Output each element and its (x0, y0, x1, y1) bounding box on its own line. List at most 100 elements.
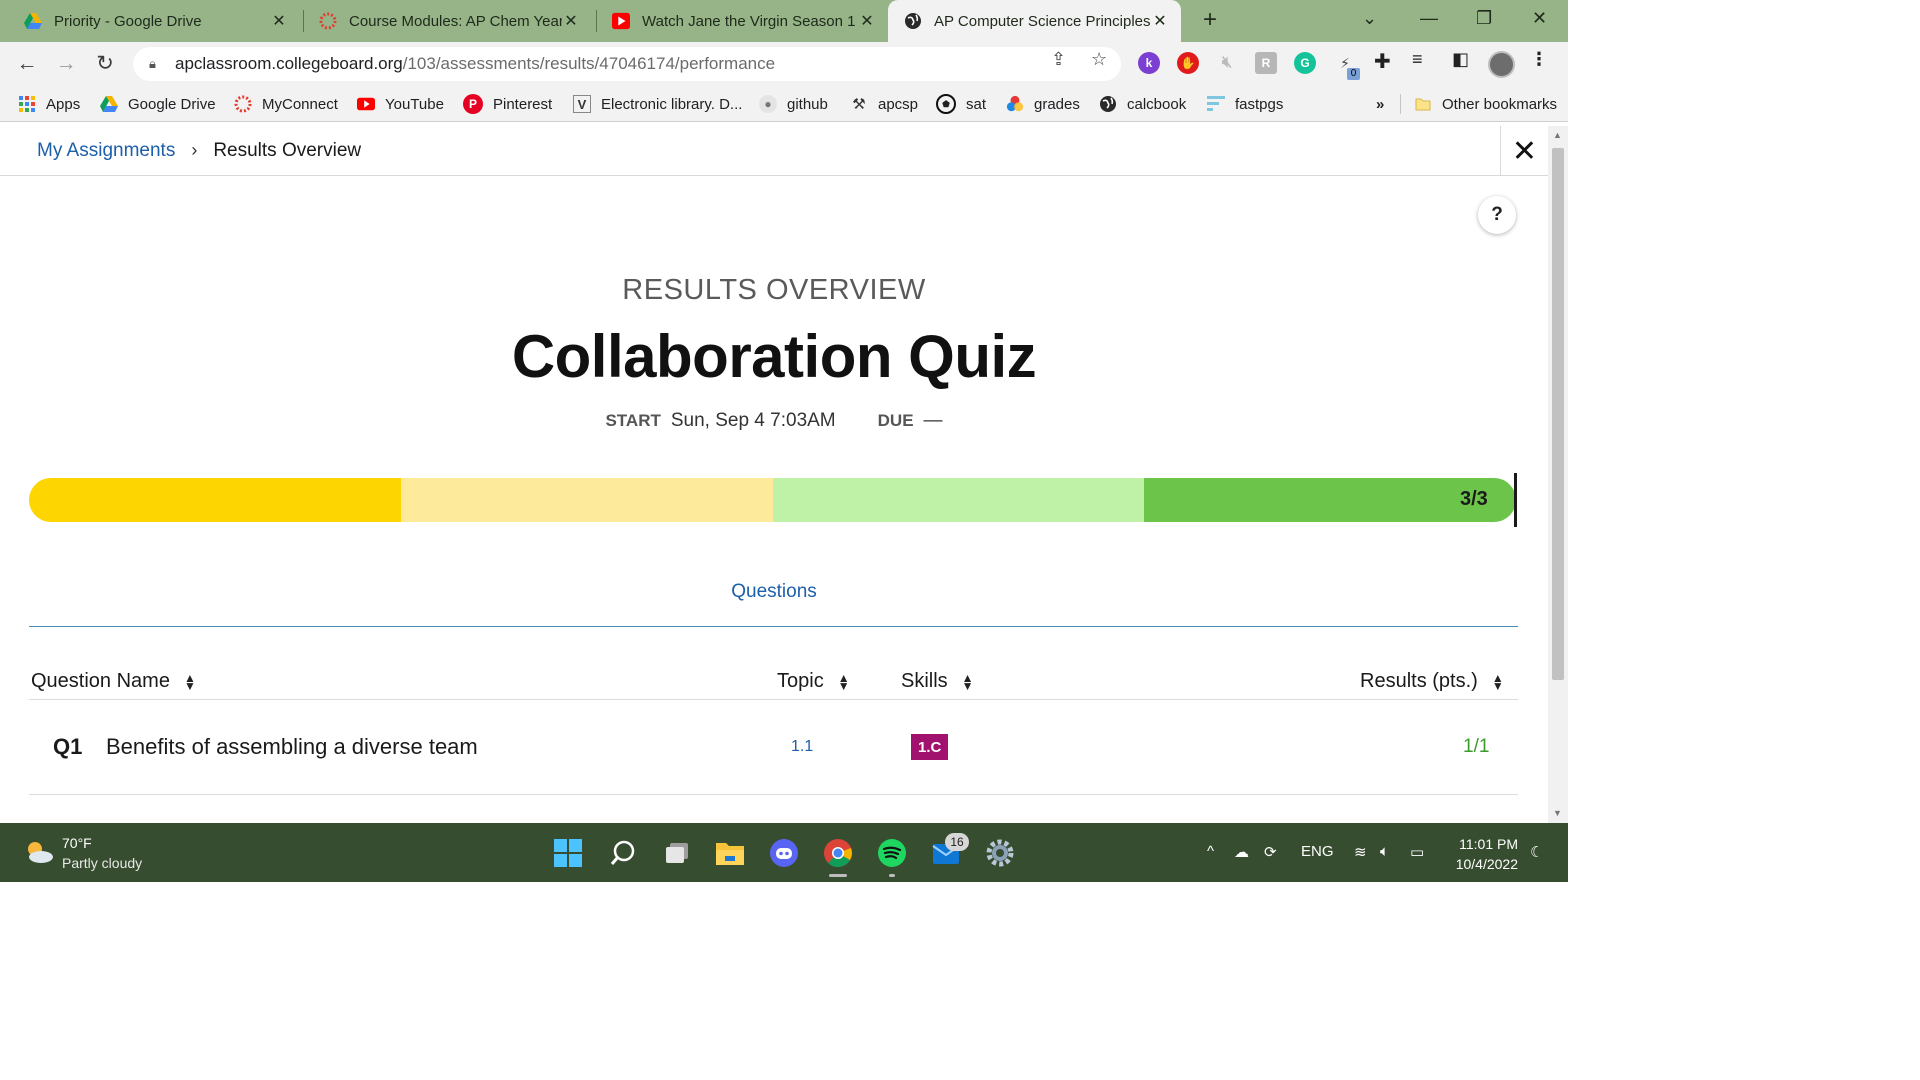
tab-title: Course Modules: AP Chem Yearlo (349, 12, 562, 30)
partly-cloudy-icon[interactable] (24, 839, 54, 865)
bookmarks-overflow-button[interactable]: » (1376, 93, 1384, 115)
search-icon[interactable] (607, 837, 639, 869)
mute-extension-icon[interactable]: 🔇︎ (1216, 52, 1238, 74)
scrollbar-thumb[interactable] (1552, 148, 1564, 680)
page-title: Collaboration Quiz (511, 323, 1037, 390)
battery-icon[interactable]: ▭ (1410, 843, 1424, 861)
url-host: apclassroom.collegeboard.org (175, 54, 403, 73)
tab-search-icon[interactable]: ⌄ (1362, 8, 1377, 29)
question-name-link[interactable]: Benefits of assembling a diverse team (106, 734, 478, 760)
breadcrumb-my-assignments-link[interactable]: My Assignments (37, 140, 175, 162)
kami-extension-icon[interactable]: k (1138, 52, 1160, 74)
tab-questions[interactable]: Questions (0, 581, 1548, 603)
column-question-name[interactable]: Question Name ▲ ▼ (31, 670, 196, 693)
close-icon[interactable]: ✕ (1500, 126, 1548, 176)
restore-icon[interactable]: ❐ (1476, 8, 1492, 29)
weather-description[interactable]: Partly cloudy (62, 855, 142, 871)
close-tab-icon[interactable]: ✕ (1151, 11, 1169, 31)
wifi-icon[interactable]: ≋ (1354, 843, 1367, 861)
more-menu-icon[interactable]: ⋮ (1530, 49, 1548, 70)
close-tab-icon[interactable]: ✕ (270, 11, 288, 31)
onedrive-cloud-icon[interactable]: ☁ (1234, 843, 1249, 861)
extension-badge: 0 (1347, 68, 1360, 80)
score-text: 3/3 (1460, 488, 1488, 510)
spotify-icon[interactable] (876, 837, 908, 869)
close-tab-icon[interactable]: ✕ (858, 11, 876, 31)
browser-tab[interactable]: Priority - Google Drive ✕ (0, 0, 300, 42)
reload-icon[interactable]: ↻ (92, 51, 118, 77)
tab-title: Priority - Google Drive (54, 12, 202, 30)
bookmark-star-icon[interactable]: ☆ (1091, 49, 1107, 70)
task-view-icon[interactable] (661, 837, 693, 869)
bookmark-grades[interactable]: grades (1006, 93, 1080, 115)
avatar[interactable] (1488, 51, 1515, 78)
lock-icon: 🔒︎ (149, 56, 156, 71)
column-topic[interactable]: Topic ▲ ▼ (777, 670, 850, 693)
windows-start-icon[interactable] (552, 837, 584, 869)
column-label: Topic (777, 670, 824, 692)
column-skills[interactable]: Skills ▲ ▼ (901, 670, 974, 693)
globe-icon (904, 12, 922, 30)
chrome-icon[interactable] (822, 837, 854, 869)
chrome-active-indicator (829, 874, 847, 877)
bookmark-label: grades (1034, 95, 1080, 113)
minimize-icon[interactable]: — (1420, 8, 1438, 29)
close-tab-icon[interactable]: ✕ (562, 11, 580, 31)
share-icon[interactable]: ⇪ (1051, 49, 1066, 70)
bookmark-label: Google Drive (128, 95, 216, 113)
window-close-icon[interactable]: ✕ (1532, 8, 1547, 29)
bookmark-electronic-library[interactable]: V Electronic library. D... (573, 93, 742, 115)
bookmark-google-drive[interactable]: Google Drive (100, 93, 216, 115)
tools-icon: ⚒ (852, 96, 866, 113)
browser-tab[interactable]: Course Modules: AP Chem Yearlo ✕ (295, 0, 592, 42)
scroll-down-icon[interactable]: ▼ (1553, 808, 1562, 818)
score-bar-segment (29, 478, 401, 522)
sync-icon[interactable]: ⟳ (1264, 843, 1277, 861)
browser-tab[interactable]: Watch Jane the Virgin Season 1 E ✕ (588, 0, 888, 42)
scroll-up-icon[interactable]: ▲ (1553, 130, 1562, 140)
youtube-icon (612, 12, 630, 30)
bookmark-apcsp[interactable]: ⚒ apcsp (850, 93, 918, 115)
side-panel-icon[interactable]: ◧ (1452, 49, 1469, 70)
puzzle-icon[interactable]: ✚ (1374, 49, 1391, 74)
table-row[interactable]: Q1 Benefits of assembling a diverse team… (29, 701, 1518, 795)
bookmark-github[interactable]: ● github (759, 93, 828, 115)
bookmark-youtube[interactable]: YouTube (357, 93, 444, 115)
grammarly-extension-icon[interactable]: G (1294, 52, 1316, 74)
bookmark-other-bookmarks[interactable]: Other bookmarks (1414, 93, 1557, 115)
bookmark-fastpgs[interactable]: fastpgs (1207, 93, 1283, 115)
bookmark-apps[interactable]: Apps (18, 93, 80, 115)
bookmark-sat[interactable]: ⬟ sat (936, 93, 986, 115)
show-hidden-icons-icon[interactable]: ^ (1207, 843, 1214, 860)
bookmark-myconnect[interactable]: MyConnect (234, 93, 338, 115)
page-content: My Assignments › Results Overview ✕ ? RE… (0, 126, 1548, 823)
bookmark-calcbook[interactable]: calcbook (1099, 93, 1186, 115)
back-arrow-icon[interactable]: ← (14, 51, 40, 77)
file-explorer-icon[interactable] (714, 837, 746, 869)
adblock-extension-icon[interactable]: ✋ (1177, 52, 1199, 74)
forward-arrow-icon[interactable]: → (53, 51, 79, 77)
media-control-icon[interactable]: ≡ (1412, 49, 1423, 70)
new-tab-button[interactable]: + (1196, 6, 1224, 34)
page-scrollbar[interactable]: ▲ ▼ (1548, 126, 1568, 823)
notification-moon-icon[interactable]: ☾ (1530, 843, 1543, 861)
bookmark-label: Other bookmarks (1442, 95, 1558, 113)
discord-icon[interactable] (768, 837, 800, 869)
tab-underline (29, 626, 1518, 627)
bookmark-pinterest[interactable]: P Pinterest (463, 93, 552, 115)
system-clock[interactable]: 11:01 PM 10/4/2022 (1440, 834, 1518, 874)
address-bar[interactable]: 🔒︎ apclassroom.collegeboard.org/103/asse… (133, 47, 1121, 81)
extension-icon[interactable]: R (1255, 52, 1277, 74)
weather-temperature[interactable]: 70°F (62, 835, 92, 851)
settings-gear-icon[interactable] (984, 837, 1016, 869)
apps-grid-icon (18, 95, 36, 113)
question-topic: 1.1 (791, 738, 814, 755)
column-results[interactable]: Results (pts.) ▲ ▼ (1360, 670, 1504, 693)
help-button[interactable]: ? (1478, 196, 1516, 234)
spotify-running-indicator (889, 874, 895, 877)
bookmark-label: sat (966, 95, 987, 113)
language-indicator[interactable]: ENG (1301, 843, 1334, 860)
browser-tab-active[interactable]: AP Computer Science Principles ( ✕ (888, 0, 1181, 42)
bookmark-label: MyConnect (262, 95, 338, 113)
volume-icon[interactable]: 🔈︎ (1380, 843, 1389, 860)
